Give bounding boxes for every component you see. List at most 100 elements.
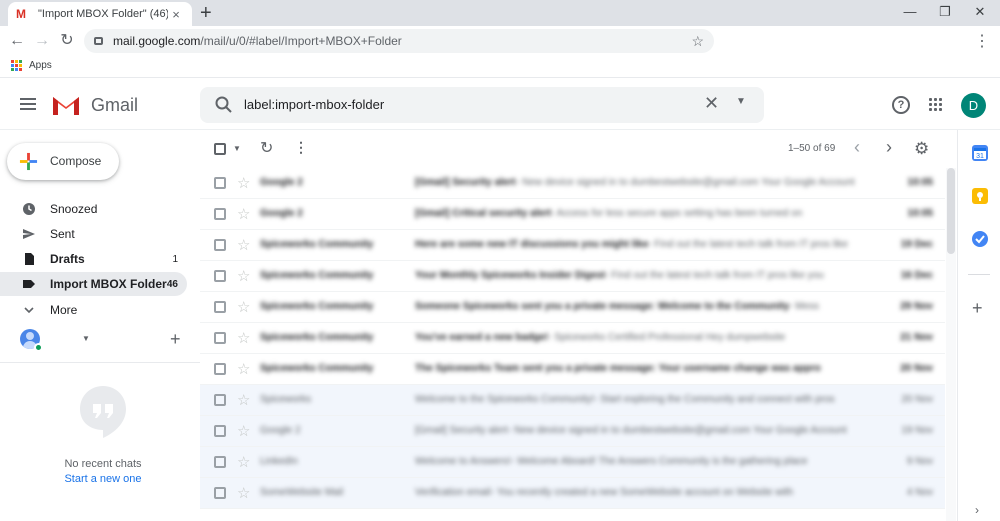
row-snippet: - Find out the latest tech talk from IT … [648, 239, 848, 250]
row-checkbox[interactable] [214, 270, 226, 282]
main-menu-icon[interactable] [20, 98, 36, 113]
row-subject: Here are some new IT discussions you mig… [415, 239, 649, 250]
new-tab-button[interactable]: + [200, 3, 212, 23]
row-checkbox[interactable] [214, 332, 226, 344]
settings-gear-icon[interactable]: ⚙ [914, 139, 929, 159]
scrollbar-thumb[interactable] [947, 168, 955, 254]
keep-icon[interactable] [972, 188, 988, 204]
refresh-icon[interactable]: ↻ [260, 138, 273, 158]
apps-label: Apps [29, 60, 52, 71]
back-button[interactable]: ← [7, 31, 27, 51]
search-bar[interactable]: label:import-mbox-folder ✕ ▼ [200, 87, 764, 123]
row-snippet: - Find out the latest tech talk from IT … [605, 270, 824, 281]
address-bar[interactable]: mail.google.com/mail/u/0/#label/Import+M… [84, 29, 714, 53]
sidebar-item-sent[interactable]: Sent [0, 222, 187, 246]
table-row[interactable]: ☆ SomeWebsite Mail Verification email - Yo… [200, 478, 945, 509]
table-row[interactable]: ☆ Spiceworks Community You've earned a new… [200, 323, 945, 354]
sidebar-item-import-mbox-folder[interactable]: Import MBOX Folder 46 [0, 272, 187, 296]
row-subject: [Gmail] Security alert [415, 425, 508, 436]
table-row[interactable]: ☆ Google 2 [Gmail] Security alert - New de… [200, 168, 945, 199]
row-date: 10:05 [907, 177, 933, 188]
table-row[interactable]: ☆ Google 2 [Gmail] Critical security alert… [200, 199, 945, 230]
tab-title: "Import MBOX Folder" (46) - [38, 8, 168, 20]
row-checkbox[interactable] [214, 487, 226, 499]
side-panel-divider [968, 274, 990, 275]
table-row[interactable]: ☆ Spiceworks Community Your Monthly Spicew… [200, 261, 945, 292]
calendar-icon[interactable]: 31 [972, 145, 988, 161]
more-actions-icon[interactable]: ⋮ [294, 139, 308, 156]
chevron-down-icon [22, 303, 36, 317]
browser-tab[interactable]: M "Import MBOX Folder" (46) - × [8, 2, 192, 26]
row-checkbox[interactable] [214, 363, 226, 375]
status-dropdown-icon[interactable]: ▼ [82, 334, 90, 343]
table-row[interactable]: ☆ Spiceworks Community Here are some new I… [200, 230, 945, 261]
row-checkbox[interactable] [214, 177, 226, 189]
star-icon[interactable]: ☆ [237, 329, 250, 347]
google-apps-button[interactable] [929, 98, 949, 111]
newer-page-icon[interactable]: ‹ [854, 137, 860, 158]
table-row[interactable]: ☆ Spiceworks Welcome to the Spiceworks Com… [200, 385, 945, 416]
row-checkbox[interactable] [214, 425, 226, 437]
sidebar-item-snoozed[interactable]: Snoozed [0, 197, 187, 221]
sidebar-item-label: Import MBOX Folder [50, 277, 167, 291]
minimize-button[interactable]: — [899, 2, 921, 22]
table-row[interactable]: ☆ Spiceworks Community The Spiceworks Team… [200, 354, 945, 385]
sidebar-item-drafts[interactable]: Drafts 1 [0, 247, 187, 271]
star-icon[interactable]: ☆ [237, 267, 250, 285]
tab-close-icon[interactable]: × [168, 7, 184, 22]
hangouts-user[interactable]: ▼ + [20, 329, 190, 353]
account-avatar[interactable]: D [961, 93, 986, 118]
table-row[interactable]: ☆ LinkedIn Welcome to Answers! - Welcome A… [200, 447, 945, 478]
compose-button[interactable]: Compose [7, 143, 119, 180]
star-icon[interactable]: ☆ [237, 298, 250, 316]
row-date: 21 Nov [900, 332, 933, 343]
row-checkbox[interactable] [214, 239, 226, 251]
apps-bookmark[interactable]: Apps [11, 60, 52, 71]
star-icon[interactable]: ☆ [237, 360, 250, 378]
star-icon[interactable]: ☆ [237, 391, 250, 409]
search-options-icon[interactable]: ▼ [736, 96, 746, 107]
select-all-checkbox[interactable] [214, 143, 226, 155]
forward-button[interactable]: → [32, 31, 52, 51]
star-icon[interactable]: ☆ [237, 236, 250, 254]
pagination-range: 1–50 of 69 [788, 143, 836, 154]
table-row[interactable]: ☆ Spiceworks Community Someone Spiceworks … [200, 292, 945, 323]
star-icon[interactable]: ☆ [237, 205, 250, 223]
star-icon[interactable]: ☆ [237, 422, 250, 440]
clear-search-icon[interactable]: ✕ [704, 93, 719, 114]
star-icon[interactable]: ☆ [237, 453, 250, 471]
sidebar-item-label: More [50, 303, 78, 317]
star-icon[interactable]: ☆ [237, 484, 250, 502]
star-icon[interactable]: ☆ [237, 174, 250, 192]
close-window-button[interactable]: ✕ [969, 2, 991, 22]
get-addons-plus-icon[interactable]: + [972, 298, 983, 319]
mail-toolbar: ▼ ↻ ⋮ 1–50 of 69 ‹ › ⚙ [200, 130, 945, 168]
restore-button[interactable]: ❐ [934, 2, 956, 22]
table-row[interactable]: ☆ Google 2 [Gmail] Security alert - New de… [200, 416, 945, 447]
new-conversation-plus-icon[interactable]: + [170, 329, 181, 350]
clock-icon [22, 202, 36, 216]
row-checkbox[interactable] [214, 301, 226, 313]
row-sender: Spiceworks Community [260, 270, 374, 281]
mail-list-scrollbar[interactable] [946, 168, 956, 521]
older-page-icon[interactable]: › [886, 137, 892, 158]
tasks-icon[interactable] [972, 231, 988, 247]
row-date: 10:05 [907, 208, 933, 219]
gmail-favicon-icon: M [16, 7, 26, 21]
row-checkbox[interactable] [214, 208, 226, 220]
row-checkbox[interactable] [214, 394, 226, 406]
expand-panel-icon[interactable]: › [975, 503, 979, 517]
row-checkbox[interactable] [214, 456, 226, 468]
sidebar-item-label: Snoozed [50, 202, 98, 216]
search-input[interactable]: label:import-mbox-folder [244, 97, 384, 112]
lock-icon [94, 37, 103, 45]
sidebar-item-more[interactable]: More [0, 298, 187, 322]
help-icon[interactable]: ? [892, 96, 910, 114]
browser-menu-icon[interactable]: ⋮ [974, 31, 990, 51]
reload-button[interactable]: ↻ [57, 31, 77, 51]
search-icon[interactable] [214, 95, 234, 115]
start-new-chat-link[interactable]: Start a new one [0, 473, 206, 485]
row-snippet: - You recently created a new SomeWebsite… [491, 487, 794, 498]
select-dropdown-icon[interactable]: ▼ [233, 144, 241, 153]
bookmark-star-icon[interactable]: ☆ [691, 33, 704, 50]
